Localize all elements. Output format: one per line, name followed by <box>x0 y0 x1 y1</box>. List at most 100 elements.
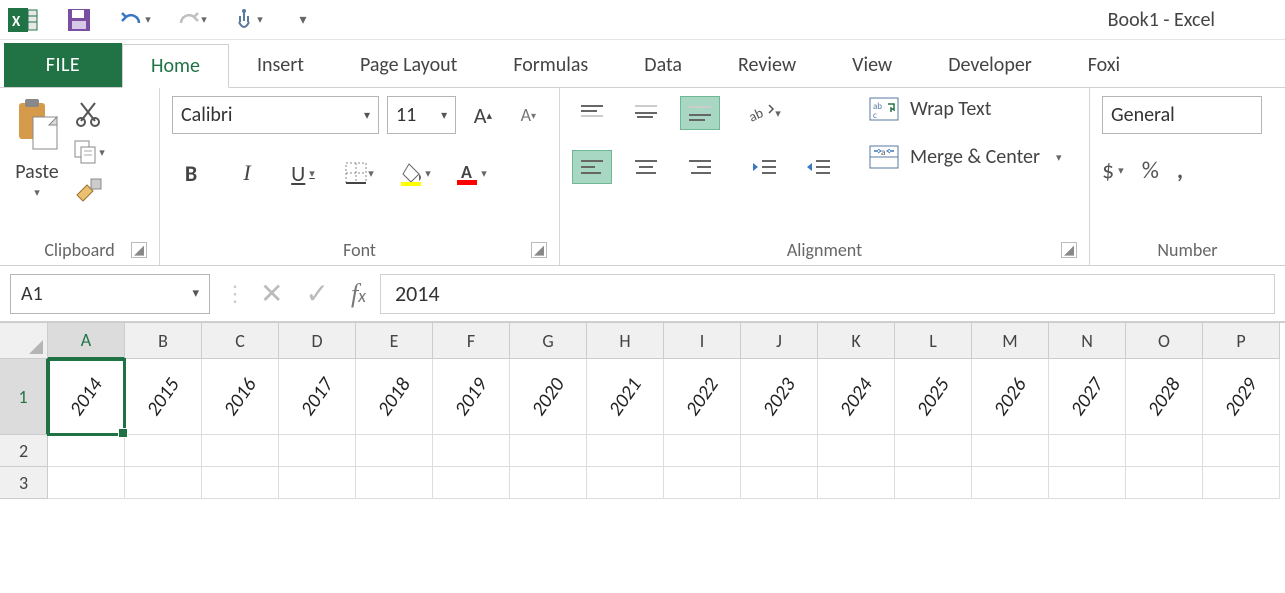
column-header[interactable]: I <box>664 323 741 359</box>
column-header[interactable]: M <box>972 323 1049 359</box>
cell[interactable] <box>433 467 510 499</box>
save-button[interactable] <box>62 3 96 37</box>
tab-view[interactable]: View <box>824 43 920 87</box>
row-header[interactable]: 3 <box>0 467 48 499</box>
cell[interactable] <box>664 467 741 499</box>
cell[interactable] <box>510 467 587 499</box>
cell[interactable] <box>1049 467 1126 499</box>
tab-file[interactable]: FILE <box>4 43 122 87</box>
column-header[interactable]: P <box>1203 323 1280 359</box>
fx-button[interactable]: fx <box>351 279 366 309</box>
cell[interactable] <box>125 467 202 499</box>
column-header[interactable]: H <box>587 323 664 359</box>
align-middle-button[interactable] <box>626 96 666 130</box>
borders-button[interactable]: ▾ <box>340 154 378 192</box>
percent-format-button[interactable]: % <box>1142 156 1159 185</box>
row-header[interactable]: 1 <box>0 359 48 435</box>
increase-font-button[interactable]: A▴ <box>464 96 501 134</box>
cell[interactable] <box>818 435 895 467</box>
align-center-button[interactable] <box>626 150 666 184</box>
select-all-corner[interactable] <box>0 323 48 359</box>
cell[interactable] <box>587 435 664 467</box>
cut-button[interactable] <box>72 98 106 128</box>
cell[interactable]: 2014 <box>48 359 125 435</box>
cancel-formula-button[interactable]: ✕ <box>260 276 283 311</box>
decrease-indent-button[interactable] <box>744 150 784 184</box>
bold-button[interactable]: B <box>172 154 210 192</box>
cell[interactable] <box>741 467 818 499</box>
align-top-button[interactable] <box>572 96 612 130</box>
cell[interactable] <box>1126 467 1203 499</box>
column-header[interactable]: O <box>1126 323 1203 359</box>
cell[interactable]: 2029 <box>1203 359 1280 435</box>
tab-foxit[interactable]: Foxi <box>1060 43 1148 87</box>
column-header[interactable]: K <box>818 323 895 359</box>
alignment-dialog-launcher[interactable]: ◢ <box>1061 242 1077 258</box>
cell[interactable] <box>48 435 125 467</box>
cell[interactable]: 2017 <box>279 359 356 435</box>
copy-button[interactable]: ▾ <box>72 138 106 166</box>
fill-color-button[interactable]: ▾ <box>396 154 434 192</box>
column-header[interactable]: F <box>433 323 510 359</box>
cell[interactable] <box>895 467 972 499</box>
column-header[interactable]: E <box>356 323 433 359</box>
orientation-button[interactable]: ab▾ <box>744 96 784 130</box>
cell[interactable] <box>664 435 741 467</box>
cell[interactable] <box>1203 467 1280 499</box>
font-color-button[interactable]: A▾ <box>452 154 490 192</box>
touch-mode-button[interactable]: ▾ <box>230 3 264 37</box>
cell[interactable] <box>279 435 356 467</box>
tab-home[interactable]: Home <box>122 44 229 88</box>
column-header[interactable]: N <box>1049 323 1126 359</box>
cell[interactable] <box>202 467 279 499</box>
undo-button[interactable]: ▾ <box>118 3 152 37</box>
cell[interactable] <box>510 435 587 467</box>
cell[interactable] <box>202 435 279 467</box>
cell[interactable]: 2021 <box>587 359 664 435</box>
font-family-combo[interactable]: Calibri▾ <box>172 96 379 134</box>
decrease-font-button[interactable]: A▾ <box>510 96 547 134</box>
cell[interactable] <box>356 435 433 467</box>
cell[interactable]: 2027 <box>1049 359 1126 435</box>
cell[interactable]: 2025 <box>895 359 972 435</box>
tab-data[interactable]: Data <box>616 43 710 87</box>
column-header[interactable]: L <box>895 323 972 359</box>
italic-button[interactable]: I <box>228 154 266 192</box>
cell[interactable]: 2022 <box>664 359 741 435</box>
increase-indent-button[interactable] <box>798 150 838 184</box>
cell[interactable]: 2018 <box>356 359 433 435</box>
cell[interactable]: 2015 <box>125 359 202 435</box>
cell[interactable] <box>433 435 510 467</box>
tab-review[interactable]: Review <box>710 43 824 87</box>
column-header[interactable]: D <box>279 323 356 359</box>
cell[interactable] <box>1049 435 1126 467</box>
wrap-text-button[interactable]: abc Wrap Text <box>868 96 1062 122</box>
column-header[interactable]: A <box>48 323 125 359</box>
tab-developer[interactable]: Developer <box>920 43 1060 87</box>
align-right-button[interactable] <box>680 150 720 184</box>
cell[interactable] <box>125 435 202 467</box>
cell[interactable] <box>818 467 895 499</box>
align-bottom-button[interactable] <box>680 96 720 130</box>
cell[interactable]: 2028 <box>1126 359 1203 435</box>
cell[interactable]: 2016 <box>202 359 279 435</box>
cell[interactable] <box>972 467 1049 499</box>
font-size-combo[interactable]: 11▾ <box>387 96 456 134</box>
align-left-button[interactable] <box>572 150 612 184</box>
cell[interactable] <box>895 435 972 467</box>
tab-page-layout[interactable]: Page Layout <box>332 43 485 87</box>
cell[interactable]: 2019 <box>433 359 510 435</box>
tab-formulas[interactable]: Formulas <box>485 43 616 87</box>
cell[interactable] <box>587 467 664 499</box>
cell[interactable] <box>972 435 1049 467</box>
paste-dropdown[interactable]: ▾ <box>34 186 40 199</box>
column-header[interactable]: B <box>125 323 202 359</box>
font-dialog-launcher[interactable]: ◢ <box>531 242 547 258</box>
customize-qat-button[interactable]: ▾ <box>286 3 320 37</box>
merge-center-button[interactable]: a Merge & Center▾ <box>868 144 1062 170</box>
cell[interactable] <box>356 467 433 499</box>
underline-button[interactable]: U▾ <box>284 154 322 192</box>
redo-button[interactable]: ▾ <box>174 3 208 37</box>
column-header[interactable]: J <box>741 323 818 359</box>
cell[interactable]: 2020 <box>510 359 587 435</box>
